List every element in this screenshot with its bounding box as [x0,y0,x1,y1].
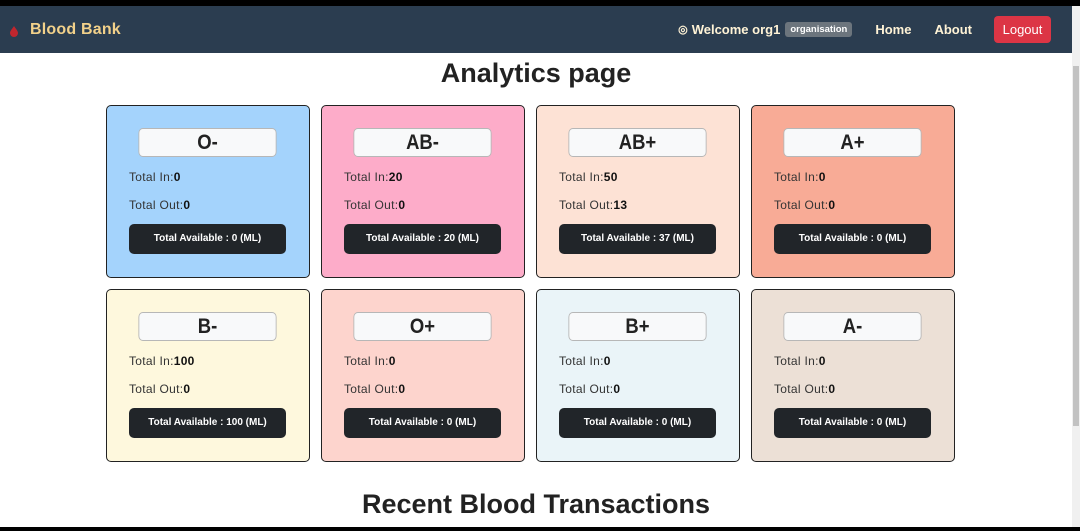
total-available-button[interactable]: Total Available : 37 (ML) [559,224,716,254]
total-in-value: 0 [818,170,826,184]
total-in-label: Total In: [774,354,819,368]
welcome-text: Welcome org1 [691,22,781,37]
total-in: Total In:0 [344,354,396,368]
total-in-value: 0 [603,354,611,368]
blood-group-label: A- [783,312,922,341]
total-out-value: 0 [183,382,191,396]
blood-group-label: O+ [353,312,492,341]
user-icon: ◎ [678,24,688,36]
welcome-message: ◎ Welcome org1 organisation [678,22,853,37]
total-in: Total In:20 [344,170,403,184]
nav-about-link[interactable]: About [934,22,972,37]
brand[interactable]: Blood Bank [8,21,121,39]
total-in: Total In:0 [774,170,826,184]
blood-group-label: B+ [568,312,707,341]
total-available-button[interactable]: Total Available : 100 (ML) [129,408,286,438]
browser-viewport: Blood Bank ◎ Welcome org1 organisation H… [0,6,1080,527]
total-in: Total In:100 [129,354,195,368]
total-out: Total Out:13 [559,198,627,212]
total-in-label: Total In: [559,354,604,368]
total-out: Total Out:0 [774,382,835,396]
blood-group-label: AB- [353,128,492,157]
total-in-label: Total In: [774,170,819,184]
total-out-value: 0 [613,382,621,396]
blood-group-card: B- Total In:100 Total Out:0 Total Available… [106,289,310,462]
total-in-value: 0 [818,354,826,368]
total-out: Total Out:0 [559,382,620,396]
blood-group-label: O- [138,128,277,157]
total-out: Total Out:0 [129,382,190,396]
scrollbar-thumb[interactable] [1073,66,1079,426]
total-in: Total In:0 [559,354,611,368]
total-in-label: Total In: [129,170,174,184]
total-out-label: Total Out: [559,382,614,396]
total-available-button[interactable]: Total Available : 20 (ML) [344,224,501,254]
blood-group-card: O- Total In:0 Total Out:0 Total Available :… [106,105,310,278]
total-available-button[interactable]: Total Available : 0 (ML) [774,224,931,254]
total-available-button[interactable]: Total Available : 0 (ML) [559,408,716,438]
total-out-label: Total Out: [774,198,829,212]
total-available-button[interactable]: Total Available : 0 (ML) [344,408,501,438]
total-out-label: Total Out: [129,198,184,212]
logout-button[interactable]: Logout [994,16,1051,43]
blood-group-card: B+ Total In:0 Total Out:0 Total Available :… [536,289,740,462]
blood-drop-icon [8,24,20,37]
total-out-value: 0 [828,382,836,396]
blood-group-card: A- Total In:0 Total Out:0 Total Available :… [751,289,955,462]
total-in-label: Total In: [344,170,389,184]
page-title: Analytics page [440,58,632,88]
total-out-label: Total Out: [344,382,399,396]
total-out: Total Out:0 [344,382,405,396]
total-out-label: Total Out: [559,198,614,212]
total-in-label: Total In: [559,170,604,184]
total-out-value: 0 [398,382,406,396]
total-out-value: 13 [613,198,628,212]
blood-group-card: A+ Total In:0 Total Out:0 Total Available :… [751,105,955,278]
total-out-value: 0 [183,198,191,212]
section-title: Recent Blood Transactions [361,489,711,519]
blood-group-card: O+ Total In:0 Total Out:0 Total Available :… [321,289,525,462]
total-in: Total In:0 [774,354,826,368]
total-in: Total In:0 [129,170,181,184]
scrollbar[interactable] [1072,6,1080,527]
total-out: Total Out:0 [344,198,405,212]
total-in-value: 20 [388,170,403,184]
total-available-button[interactable]: Total Available : 0 (ML) [774,408,931,438]
total-out: Total Out:0 [129,198,190,212]
total-in-value: 100 [173,354,195,368]
total-in-value: 50 [603,170,618,184]
total-in-label: Total In: [344,354,389,368]
total-out-label: Total Out: [129,382,184,396]
blood-group-card: AB+ Total In:50 Total Out:13 Total Availabl… [536,105,740,278]
total-in: Total In:50 [559,170,618,184]
blood-group-label: A+ [783,128,922,157]
role-badge: organisation [785,22,853,37]
total-out-label: Total Out: [344,198,399,212]
total-available-button[interactable]: Total Available : 0 (ML) [129,224,286,254]
total-in-value: 0 [173,170,181,184]
total-out-value: 0 [828,198,836,212]
total-out-value: 0 [398,198,406,212]
brand-title: Blood Bank [30,20,121,38]
total-out: Total Out:0 [774,198,835,212]
blood-group-label: AB+ [568,128,707,157]
total-in-value: 0 [388,354,396,368]
blood-group-label: B- [138,312,277,341]
total-out-label: Total Out: [774,382,829,396]
total-in-label: Total In: [129,354,174,368]
navbar: Blood Bank ◎ Welcome org1 organisation H… [0,6,1072,53]
nav-home-link[interactable]: Home [875,22,911,37]
blood-group-card: AB- Total In:20 Total Out:0 Total Available… [321,105,525,278]
